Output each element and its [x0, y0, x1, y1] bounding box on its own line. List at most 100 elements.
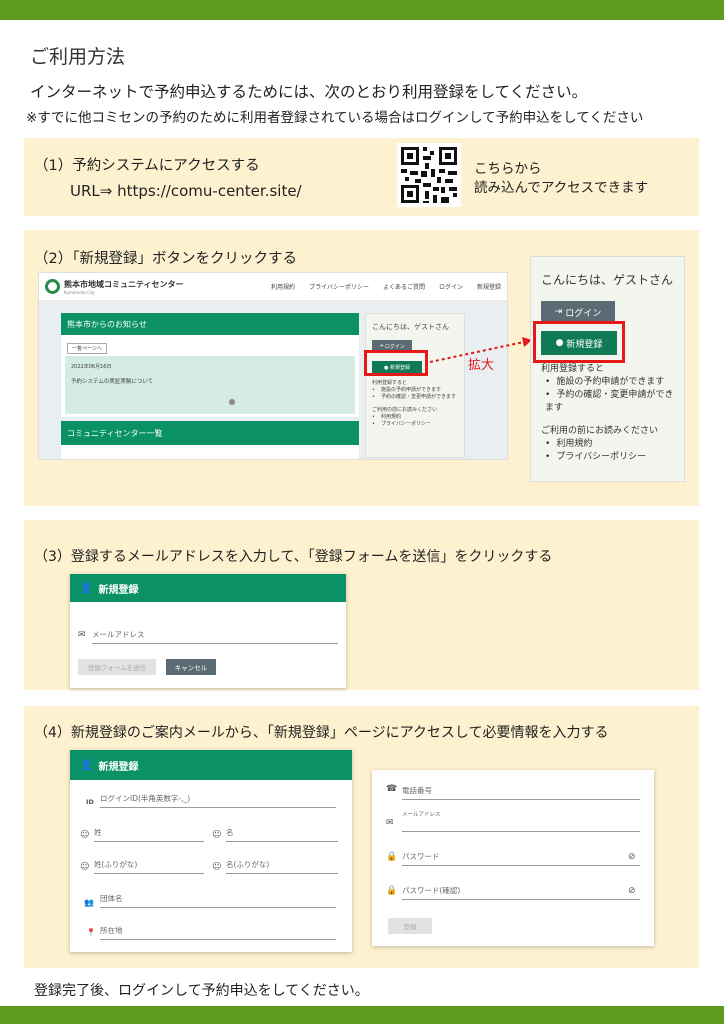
group-input[interactable]: 団体名: [100, 890, 336, 908]
sidebar-greeting: こんにちは、ゲストさん: [372, 323, 449, 331]
email-placeholder: メールアドレス: [402, 812, 441, 818]
intro-text: インターネットで予約申込するためには、次のとおり利用登録をしてください。: [30, 83, 588, 101]
visibility-off-icon[interactable]: ⊘: [628, 852, 636, 862]
password-placeholder: パスワード: [402, 852, 440, 861]
location-icon: 📍: [86, 928, 96, 937]
step3-title: （3）登録するメールアドレスを入力して、「登録フォームを送信」をクリックする: [34, 549, 553, 565]
nav-register[interactable]: 新規登録: [477, 282, 501, 291]
phone-placeholder: 電話番号: [402, 786, 432, 795]
id-icon: ID: [86, 798, 94, 806]
group-placeholder: 団体名: [100, 894, 123, 903]
zoom-link-privacy[interactable]: プライバシーポリシー: [545, 451, 681, 464]
face-icon: ☺: [80, 830, 90, 840]
zoom-benefit-1: 施設の予約申請ができます: [545, 376, 681, 389]
login-icon: ⇥: [554, 307, 566, 317]
zoom-login-label: ログイン: [565, 308, 602, 319]
site-name: 熊本市地域コミュニティセンター: [64, 279, 184, 289]
zoom-read-before: ご利用の前にお読みください: [541, 426, 659, 436]
email-input[interactable]: メールアドレス: [92, 624, 338, 644]
sidebar-benefit-2: 予約の確認・変更申請ができます: [372, 394, 464, 401]
news-date: 2022年06月16日: [71, 364, 112, 370]
step1-url[interactable]: URL⇒ https://comu-center.site/: [70, 182, 302, 200]
zoom-benefit-2: 予約の確認・変更申請ができます: [545, 389, 681, 415]
last-kana-input[interactable]: 姓(ふりがな): [94, 856, 204, 874]
nav-login[interactable]: ログイン: [439, 282, 463, 291]
step2-title: （2）「新規登録」ボタンをクリックする: [34, 251, 297, 267]
news-card: 熊本市からのお知らせ 一覧ページへ 2022年06月16日 予約システムの実証実…: [61, 313, 359, 417]
lock-icon: 🔒: [386, 852, 398, 862]
email-form-title: 新規登録: [98, 584, 139, 596]
zoom-greeting: こんにちは、ゲストさん: [541, 273, 674, 287]
site-sub: Kumamoto City: [64, 289, 95, 295]
scroll-dot-icon: [229, 399, 235, 405]
register-form-left: 👤 新規登録 ID ログインID(半角英数字-,_) ☺ 姓 ☺ 名 ☺ 姓(ふ…: [70, 750, 352, 952]
last-kana-placeholder: 姓(ふりがな): [94, 860, 138, 869]
zoom-login-button[interactable]: ⇥ ログイン: [541, 301, 615, 323]
sidebar-read-before: ご利用の前にお読みください: [372, 407, 438, 413]
page-title: ご利用方法: [30, 46, 126, 68]
phone-icon: ☎: [386, 784, 398, 794]
face-icon: ☺: [212, 862, 222, 872]
face-icon: ☺: [80, 862, 90, 872]
nav-faq[interactable]: よくあるご質問: [383, 282, 425, 291]
footer-note: 登録完了後、ログインして予約申込をしてください。: [34, 983, 369, 999]
mail-icon: ✉: [386, 818, 394, 828]
zoom-link-terms[interactable]: 利用規約: [545, 438, 681, 451]
email-form-header: 👤 新規登録: [70, 574, 346, 602]
register-form-title: 新規登録: [98, 761, 139, 773]
centers-header: コミュニティセンター一覧: [61, 421, 359, 445]
site-logo-icon: [45, 279, 60, 294]
news-text[interactable]: 予約システムの実証実験について: [71, 377, 153, 385]
address-placeholder: 所在地: [100, 926, 123, 935]
password-confirm-input[interactable]: パスワード(確認): [402, 882, 640, 900]
add-user-icon: 👤: [80, 759, 93, 771]
register-form-right: ☎ 電話番号 ✉ メールアドレス 🔒 パスワード ⊘ 🔒 パスワード(確認) ⊘…: [372, 770, 654, 946]
address-input[interactable]: 所在地: [100, 922, 336, 940]
list-page-button[interactable]: 一覧ページへ: [67, 343, 107, 354]
add-user-icon: 👤: [80, 582, 93, 594]
qr-caption-line1: こちらから: [474, 161, 542, 177]
phone-input[interactable]: 電話番号: [402, 780, 640, 800]
submit-form-button[interactable]: 登録フォームを送信: [78, 659, 156, 675]
top-bar: [0, 0, 724, 20]
news-header: 熊本市からのお知らせ: [61, 313, 359, 335]
last-name-input[interactable]: 姓: [94, 824, 204, 842]
lock-icon: 🔒: [386, 886, 398, 896]
register-form-header: 👤 新規登録: [70, 750, 352, 780]
zoom-after-register: 利用登録すると: [541, 364, 605, 374]
sidebar-link-privacy[interactable]: プライバシーポリシー: [372, 421, 464, 428]
cancel-button[interactable]: キャンセル: [166, 659, 216, 675]
intro-note: ※すでに他コミセンの予約のために利用者登録されている場合はログインして予約申込を…: [26, 110, 644, 126]
first-name-placeholder: 名: [226, 828, 234, 837]
step1-title: （1）予約システムにアクセスする: [34, 158, 260, 174]
first-name-input[interactable]: 名: [226, 824, 338, 842]
sidebar-benefits: 利用登録すると 施設の予約申請ができます 予約の確認・変更申請ができます ご利用…: [372, 380, 464, 428]
qr-caption: こちらから 読み込んでアクセスできます: [474, 160, 648, 198]
nav-terms[interactable]: 利用規約: [271, 282, 295, 291]
site-nav: 利用規約 プライバシーポリシー よくあるご質問 ログイン 新規登録: [257, 282, 501, 291]
visibility-off-icon[interactable]: ⊘: [628, 886, 636, 896]
first-kana-input[interactable]: 名(ふりがな): [226, 856, 338, 874]
login-id-input[interactable]: ログインID(半角英数字-,_): [100, 790, 336, 808]
login-id-placeholder: ログインID(半角英数字-,_): [100, 794, 191, 803]
email-input[interactable]: メールアドレス: [402, 808, 640, 832]
sidebar-link-terms[interactable]: 利用規約: [372, 414, 464, 421]
step4-title: （4）新規登録のご案内メールから、「新規登録」ページにアクセスして必要情報を入力…: [34, 725, 609, 741]
face-icon: ☺: [212, 830, 222, 840]
register-submit-button[interactable]: 登録: [388, 918, 432, 934]
qr-caption-line2: 読み込んでアクセスできます: [474, 180, 649, 196]
sidebar-benefit-1: 施設の予約申請ができます: [372, 387, 464, 394]
sidebar-after-register: 利用登録すると: [372, 380, 408, 386]
centers-body: [61, 445, 359, 459]
highlight-small: [364, 350, 428, 376]
zoom-links: 利用規約 プライバシーポリシー: [541, 438, 681, 464]
password-confirm-placeholder: パスワード(確認): [402, 886, 461, 895]
sidebar-benefit-list: 施設の予約申請ができます 予約の確認・変更申請ができます: [372, 387, 464, 401]
group-icon: 👥: [84, 898, 94, 907]
nav-privacy[interactable]: プライバシーポリシー: [309, 282, 369, 291]
zoom-benefits: 利用登録すると 施設の予約申請ができます 予約の確認・変更申請ができます ご利用…: [541, 363, 681, 464]
qr-code: [397, 143, 461, 207]
last-name-placeholder: 姓: [94, 828, 102, 837]
password-input[interactable]: パスワード: [402, 848, 640, 866]
zoom-label: 拡大: [468, 358, 495, 373]
